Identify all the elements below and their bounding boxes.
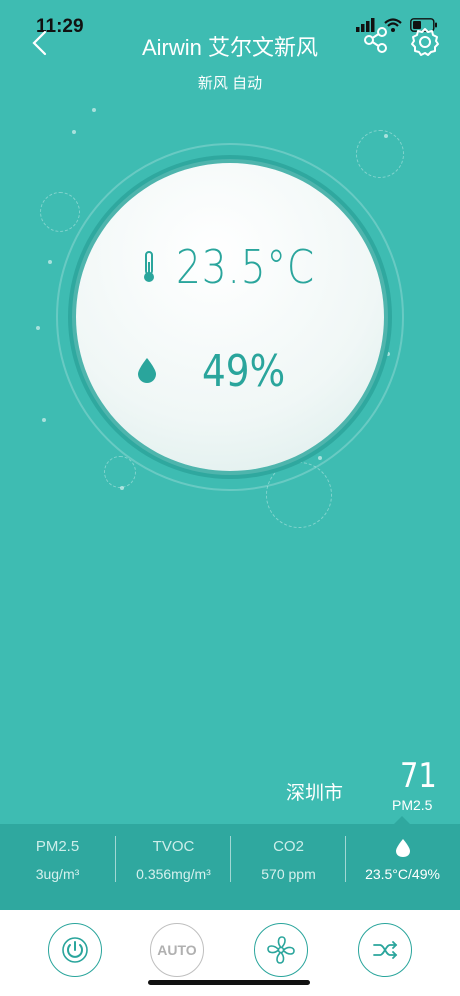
metric-value: 0.356mg/m³	[136, 866, 211, 882]
decor-sparkle	[42, 418, 46, 422]
metric-co2[interactable]: CO2 570 ppm	[231, 824, 346, 910]
auto-mode-label: AUTO	[157, 942, 197, 958]
power-icon	[62, 937, 88, 963]
metric-value: 570 ppm	[261, 866, 316, 882]
humidity-drop-icon	[138, 358, 156, 383]
share-icon[interactable]	[362, 26, 390, 54]
gauge-circle	[76, 163, 384, 471]
thermometer-icon	[144, 251, 154, 282]
decor-sparkle	[48, 260, 52, 264]
shuffle-icon	[373, 941, 398, 959]
decor-sparkle	[120, 486, 124, 490]
humidity-value: 49%	[202, 346, 286, 397]
auto-mode-button[interactable]: AUTO	[150, 923, 204, 977]
metric-tvoc[interactable]: TVOC 0.356mg/m³	[116, 824, 231, 910]
metric-value: 3ug/m³	[35, 866, 80, 882]
decor-sparkle	[72, 130, 76, 134]
home-indicator	[148, 980, 310, 985]
metric-value: 23.5°C/49%	[365, 866, 440, 882]
decor-ring	[356, 130, 404, 178]
metric-label: TVOC	[152, 838, 195, 855]
app-screen: 11:29 Airwin 艾尔文新风 新风 自动 23.5°C 49% 深圳市 …	[0, 0, 460, 996]
outdoor-pm-value: 71	[400, 756, 437, 796]
temperature-value: 23.5°C	[176, 240, 316, 294]
power-button[interactable]	[48, 923, 102, 977]
decor-sparkle	[36, 326, 40, 330]
fan-speed-button[interactable]	[254, 923, 308, 977]
active-metric-pointer	[394, 816, 410, 824]
metric-pm25[interactable]: PM2.5 3ug/m³	[0, 824, 115, 910]
decor-ring	[40, 192, 80, 232]
decor-sparkle	[384, 134, 388, 138]
decor-sparkle	[92, 108, 96, 112]
metric-label: PM2.5	[35, 838, 80, 855]
metrics-bar: PM2.5 3ug/m³ TVOC 0.356mg/m³ CO2 570 ppm…	[0, 824, 460, 910]
city-name: 深圳市	[286, 783, 344, 804]
gear-icon[interactable]	[410, 27, 440, 57]
mode-subtitle: 新风 自动	[197, 75, 263, 92]
fan-icon	[267, 936, 295, 964]
page-title: Airwin 艾尔文新风	[141, 35, 318, 60]
metric-label: CO2	[273, 838, 304, 855]
outdoor-pm-label: PM2.5	[392, 797, 433, 813]
shuffle-mode-button[interactable]	[358, 923, 412, 977]
humidity-drop-icon	[396, 839, 410, 857]
metric-temp-humidity[interactable]: 23.5°C/49%	[345, 824, 460, 910]
